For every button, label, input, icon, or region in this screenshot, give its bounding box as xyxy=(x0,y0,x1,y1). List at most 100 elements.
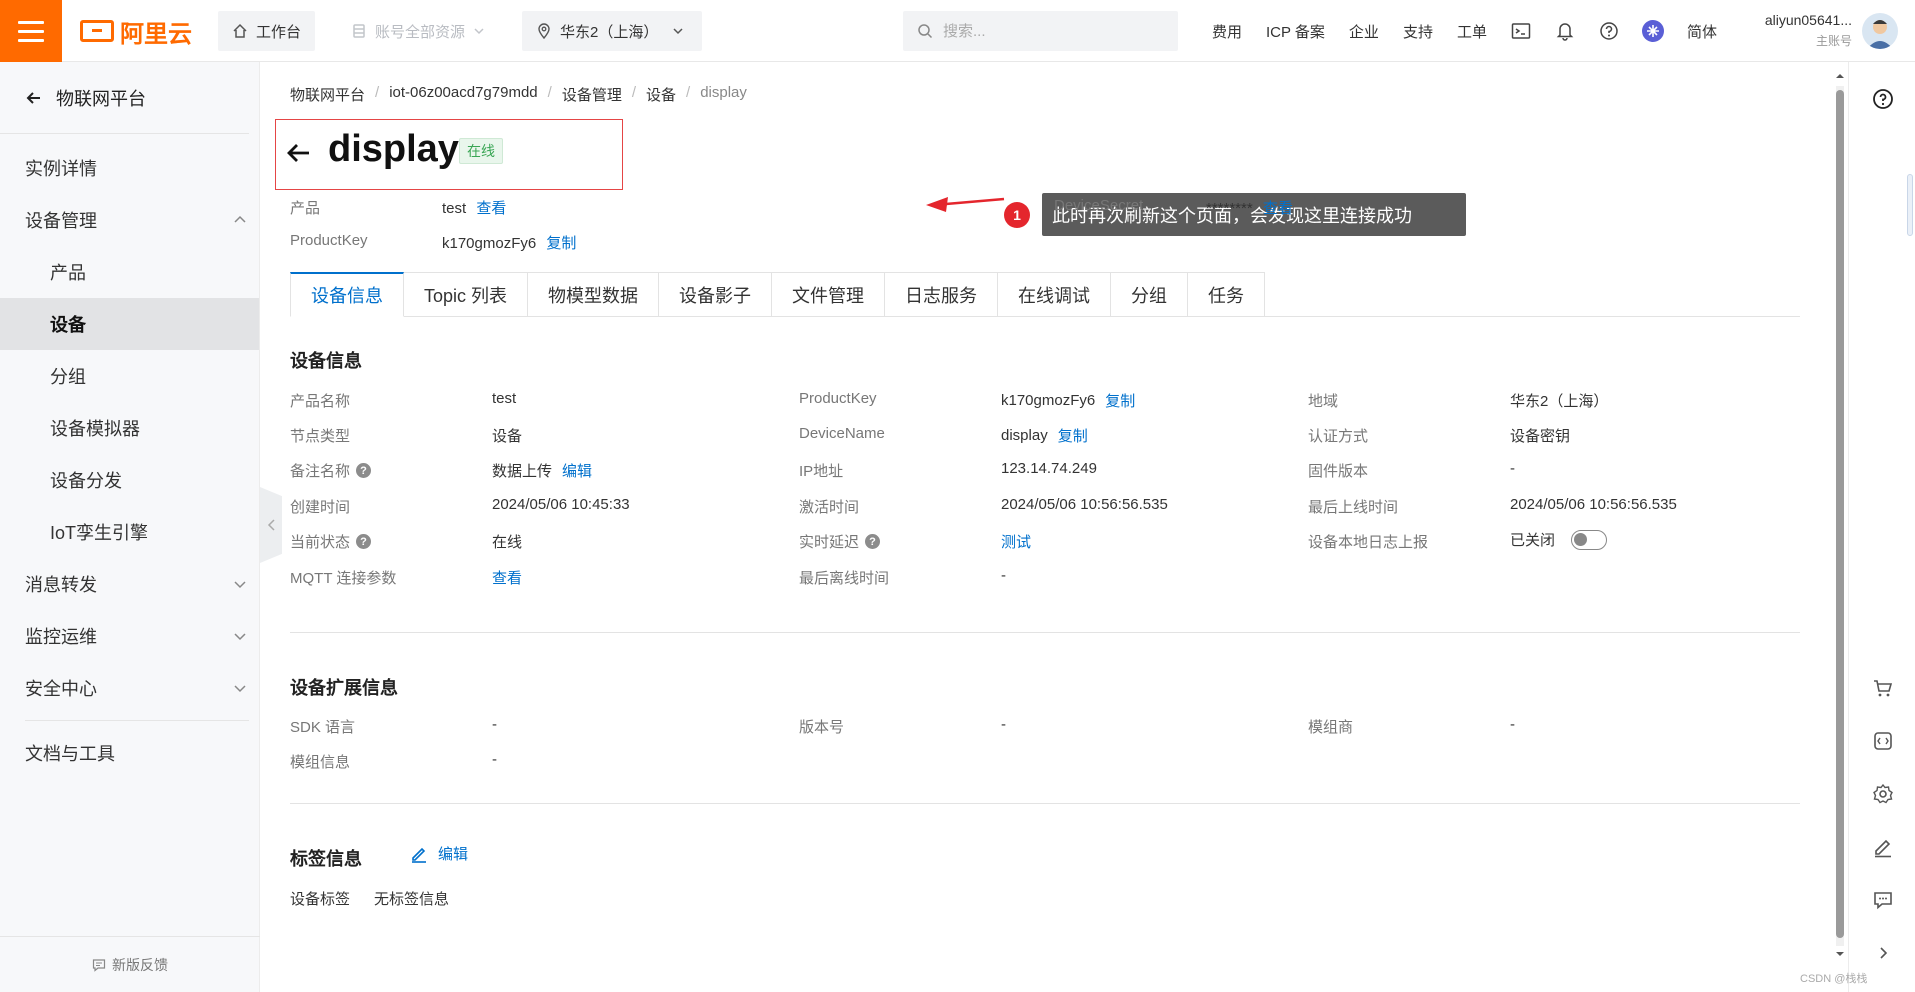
info-value-text: 华东2（上海） xyxy=(1510,393,1609,410)
tag-value: 无标签信息 xyxy=(374,891,450,908)
info-label-text: SDK 语言 xyxy=(290,719,356,736)
help-icon[interactable]: ? xyxy=(356,463,372,478)
sidebar-item-group[interactable]: 分组 xyxy=(0,350,259,402)
sidebar-item-message-forwarding[interactable]: 消息转发 xyxy=(0,558,259,610)
top-link-billing[interactable]: 费用 xyxy=(1200,21,1254,42)
search-input[interactable] xyxy=(943,22,1153,40)
info-value: 数据上传 编辑 xyxy=(492,460,592,481)
user-role: 主账号 xyxy=(1815,34,1852,48)
sidebar-item-label: IoT孪生引擎 xyxy=(50,523,149,543)
rail-scroll-indicator[interactable] xyxy=(1907,174,1913,236)
info-label-text: 最后离线时间 xyxy=(799,570,890,587)
sidebar-item-iot-twin-engine[interactable]: IoT孪生引擎 xyxy=(0,506,259,558)
database-icon xyxy=(353,24,365,38)
breadcrumb-item[interactable]: 设备 xyxy=(646,84,676,105)
top-link-enterprise[interactable]: 企业 xyxy=(1337,21,1391,42)
annotation-number-badge: 1 xyxy=(1004,202,1030,228)
workbench-button[interactable]: 工作台 xyxy=(218,11,316,51)
sidebar-collapse-handle[interactable] xyxy=(260,487,282,563)
info-value: - xyxy=(1001,716,1006,733)
hamburger-menu-button[interactable] xyxy=(0,0,62,62)
rail-chat-button[interactable] xyxy=(1870,887,1896,913)
tab-log-service[interactable]: 日志服务 xyxy=(885,272,999,317)
sidebar-item-security-center[interactable]: 安全中心 xyxy=(0,662,259,714)
ai-assistant-button[interactable] xyxy=(1631,19,1675,43)
copy-devicename-link[interactable]: 复制 xyxy=(1058,425,1088,446)
view-mqtt-params-link[interactable]: 查看 xyxy=(492,567,522,588)
status-badge: 在线 xyxy=(459,138,503,164)
sidebar-item-label: 设备 xyxy=(50,315,86,335)
sidebar-item-device-management[interactable]: 设备管理 xyxy=(0,194,259,246)
user-account[interactable]: aliyun05641... 主账号 xyxy=(1750,12,1852,49)
ext-info-title: 设备扩展信息 xyxy=(290,678,398,698)
sidebar-item-monitoring[interactable]: 监控运维 xyxy=(0,610,259,662)
breadcrumb-item[interactable]: iot-06z00acd7g79mdd xyxy=(389,84,537,105)
copy-productkey-link[interactable]: 复制 xyxy=(546,235,576,252)
avatar[interactable] xyxy=(1862,13,1898,49)
feedback-button[interactable]: 新版反馈 xyxy=(0,936,260,992)
terminal-button[interactable] xyxy=(1499,22,1543,40)
local-log-report-toggle[interactable] xyxy=(1571,529,1608,550)
edit-tags-button[interactable]: 编辑 xyxy=(410,843,468,864)
test-latency-link[interactable]: 测试 xyxy=(1001,531,1031,552)
info-value: - xyxy=(492,751,497,768)
resource-scope-selector[interactable]: 账号全部资源 xyxy=(337,11,500,51)
rail-collapse-button[interactable] xyxy=(1870,940,1896,966)
section-divider xyxy=(290,803,1800,804)
back-button[interactable] xyxy=(286,140,312,169)
chevron-down-icon xyxy=(234,633,246,641)
rail-api-button[interactable] xyxy=(1870,728,1896,754)
breadcrumb-item[interactable]: 物联网平台 xyxy=(290,84,365,105)
meta-label: ProductKey xyxy=(290,232,368,249)
tab-online-debug[interactable]: 在线调试 xyxy=(998,272,1112,317)
gear-icon xyxy=(1873,783,1893,804)
info-label: 版本号 xyxy=(799,716,844,737)
sidebar-item-docs-tools[interactable]: 文档与工具 xyxy=(0,727,259,779)
tab-group[interactable]: 分组 xyxy=(1111,272,1189,317)
region-selector[interactable]: 华东2（上海） xyxy=(522,11,702,51)
sidebar-item-device-distribution[interactable]: 设备分发 xyxy=(0,454,259,506)
info-label-text: 激活时间 xyxy=(799,499,860,516)
copy-productkey-link[interactable]: 复制 xyxy=(1105,390,1135,411)
rail-cart-button[interactable] xyxy=(1870,675,1896,701)
tab-device-info[interactable]: 设备信息 xyxy=(290,272,404,317)
aliyun-logo[interactable]: 阿里云 xyxy=(80,16,192,48)
info-value-text: - xyxy=(1001,567,1006,584)
sidebar-item-product[interactable]: 产品 xyxy=(0,246,259,298)
rail-settings-button[interactable] xyxy=(1870,781,1896,807)
rail-edit-button[interactable] xyxy=(1870,834,1896,860)
breadcrumb: 物联网平台 / iot-06z00acd7g79mdd / 设备管理 / 设备 / di… xyxy=(290,84,747,105)
info-label: 备注名称? xyxy=(290,460,372,481)
top-link-icp[interactable]: ICP 备案 xyxy=(1254,21,1337,42)
top-link-support[interactable]: 支持 xyxy=(1391,21,1445,42)
breadcrumb-item[interactable]: 设备管理 xyxy=(562,84,622,105)
top-link-ticket[interactable]: 工单 xyxy=(1445,21,1499,42)
rail-help-button[interactable] xyxy=(1870,86,1896,112)
scrollbar-thumb[interactable] xyxy=(1836,90,1844,938)
tab-file-management[interactable]: 文件管理 xyxy=(772,272,886,317)
chevron-left-icon xyxy=(267,519,275,531)
tab-thing-model-data[interactable]: 物模型数据 xyxy=(528,272,660,317)
help-button[interactable] xyxy=(1587,21,1631,41)
language-switch[interactable]: 简体 xyxy=(1675,21,1729,42)
sidebar-item-device[interactable]: 设备 xyxy=(0,298,259,350)
sidebar-item-device-simulator[interactable]: 设备模拟器 xyxy=(0,402,259,454)
tab-topic-list[interactable]: Topic 列表 xyxy=(404,272,529,317)
main-scrollbar[interactable] xyxy=(1833,70,1847,960)
notification-button[interactable] xyxy=(1543,21,1587,41)
chevron-right-icon xyxy=(1880,947,1888,959)
edit-remark-link[interactable]: 编辑 xyxy=(562,460,592,481)
help-icon[interactable]: ? xyxy=(356,534,372,549)
info-value: 2024/05/06 10:56:56.535 xyxy=(1510,496,1677,513)
sidebar-item-instance-detail[interactable]: 实例详情 xyxy=(0,142,259,194)
global-search-box[interactable] xyxy=(903,11,1178,51)
info-label-text: 产品名称 xyxy=(290,393,351,410)
tab-task[interactable]: 任务 xyxy=(1188,272,1266,317)
tab-device-shadow[interactable]: 设备影子 xyxy=(659,272,773,317)
top-links-group: 费用 ICP 备案 企业 支持 工单 简体 xyxy=(1200,0,1729,62)
help-icon[interactable]: ? xyxy=(865,534,881,549)
view-secret-link[interactable]: 查看 xyxy=(1263,200,1293,217)
top-navigation-bar: 阿里云 工作台 账号全部资源 华东2（上海） 费用 ICP 备案 企业 支持 工… xyxy=(0,0,1915,62)
sidebar-title[interactable]: 物联网平台 xyxy=(0,62,249,134)
view-product-link[interactable]: 查看 xyxy=(476,200,506,217)
